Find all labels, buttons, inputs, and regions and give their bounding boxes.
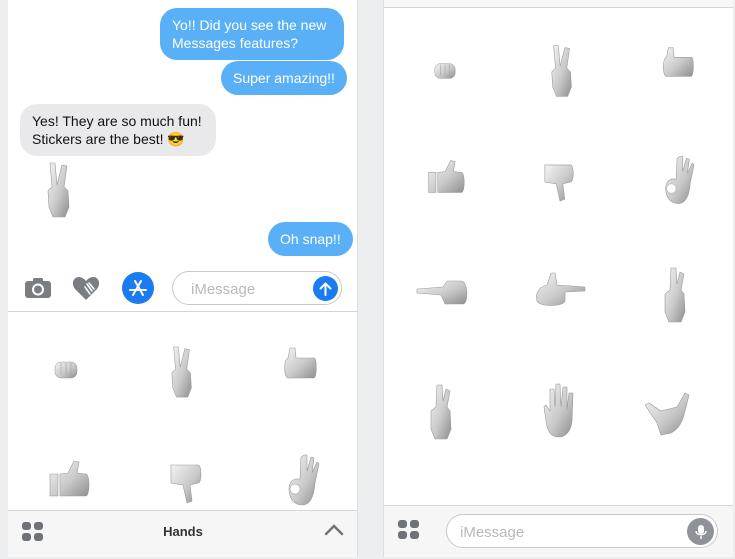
thumbs-down-icon [170,464,202,504]
thumbs-up-icon [663,47,694,77]
thumbs-up-sticker[interactable] [44,458,94,500]
peace-sticker[interactable] [166,343,200,401]
thumbs-up-icon [284,347,317,379]
fist-icon [54,361,78,379]
imessage-input[interactable]: iMessage [446,514,718,548]
ok-sticker[interactable] [660,152,696,208]
shaka-sticker[interactable] [642,388,694,438]
digital-touch-button[interactable] [70,272,102,304]
imessage-placeholder: iMessage [460,524,525,541]
message-bubble-sent[interactable]: Super amazing!! [221,61,347,95]
drawer-title: Hands [163,524,203,539]
sticker-drawer-expanded-screen: iMessage [383,0,733,557]
heart-touch-icon [72,277,100,300]
peace-hand-icon [171,346,192,398]
camera-button[interactable] [22,272,54,304]
peace-sticker[interactable] [546,42,580,100]
microphone-icon [694,524,707,539]
finger-gun-icon [536,272,586,306]
thumbs-up-icon [49,460,90,497]
fist-sticker[interactable] [50,357,82,383]
peace-hand-icon [47,162,70,218]
expand-drawer-button[interactable] [324,523,346,543]
messages-conversation-screen: Yo!! Did you see the new Messages featur… [8,0,358,557]
camera-icon [25,278,51,298]
compose-bar: iMessage [8,266,357,310]
fist-icon [434,63,456,79]
thumbs-up-sideways-sticker[interactable] [276,344,320,384]
message-bubble-received[interactable]: Yes! They are so much fun! Stickers are … [20,104,216,156]
message-bubble-sent[interactable]: Yo!! Did you see the new Messages featur… [160,8,344,60]
thumbs-up-sideways-sticker[interactable] [656,44,696,82]
thumbs-down-sticker[interactable] [540,160,580,204]
peace-hand-sticker-message[interactable] [42,160,78,220]
compose-bar: iMessage [384,505,733,557]
app-drawer-grid-button[interactable] [22,522,46,544]
message-bubble-sent[interactable]: Oh snap!! [268,222,353,256]
crossed-fingers-icon [430,384,452,440]
app-drawer-bar: Hands [8,510,357,557]
dictation-button[interactable] [687,518,714,545]
app-drawer-grid-button[interactable] [398,520,422,542]
conversation-thread: Yo!! Did you see the new Messages featur… [8,0,357,262]
thumbs-up-icon [428,160,465,193]
ok-hand-icon [665,156,695,204]
thumbs-up-sticker[interactable] [424,157,468,197]
send-button[interactable] [313,276,338,301]
thumbs-down-icon [544,164,574,202]
drawer-divider [8,311,357,312]
crossed-fingers-icon [664,267,686,323]
shaka-hand-icon [644,392,690,436]
app-store-icon [129,280,147,296]
crossed-fingers-sticker[interactable] [424,382,458,442]
app-store-button[interactable] [122,272,154,304]
finger-gun-sticker[interactable] [532,270,588,310]
fist-sticker[interactable] [430,58,460,84]
ok-sticker[interactable] [282,452,322,508]
chevron-up-icon [324,524,344,536]
point-left-sticker[interactable] [414,276,472,308]
peace-hand-icon [551,45,572,97]
thumbs-down-sticker[interactable] [166,460,208,506]
crossed-fingers-sticker[interactable] [660,265,690,325]
imessage-input[interactable]: iMessage [172,271,342,305]
ok-hand-icon [288,454,320,506]
open-palm-sticker[interactable] [538,380,578,440]
top-bar [384,0,733,8]
pointing-hand-icon [416,280,468,305]
open-palm-icon [543,383,574,438]
imessage-placeholder: iMessage [191,281,256,298]
arrow-up-icon [319,281,332,296]
